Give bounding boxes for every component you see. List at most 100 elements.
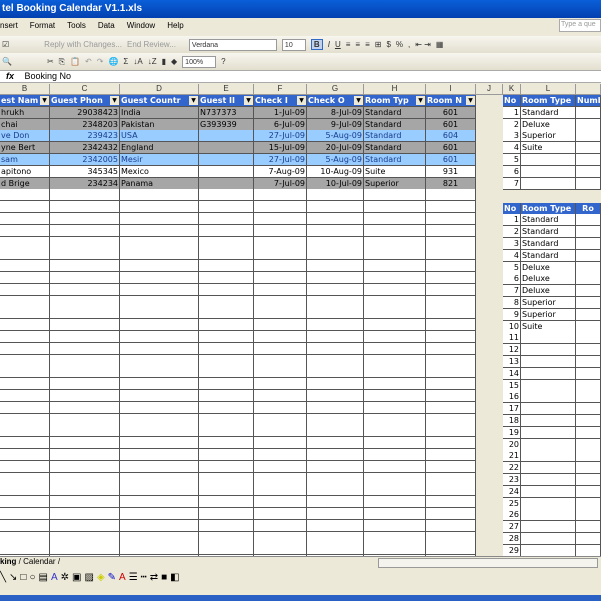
room-no[interactable]: 8 bbox=[503, 297, 521, 309]
empty-cell[interactable] bbox=[120, 248, 199, 260]
column-header-k[interactable]: K bbox=[503, 84, 521, 95]
empty-cell[interactable] bbox=[364, 272, 426, 284]
empty-cell[interactable] bbox=[0, 366, 50, 378]
room-type-no[interactable]: 6 bbox=[503, 166, 521, 178]
room-number[interactable] bbox=[576, 285, 601, 297]
empty-cell[interactable] bbox=[307, 378, 364, 390]
empty-cell[interactable] bbox=[426, 461, 476, 473]
empty-cell[interactable] bbox=[307, 225, 364, 237]
column-header-m[interactable] bbox=[576, 84, 601, 95]
room-type[interactable]: Superior bbox=[521, 297, 576, 309]
table-cell[interactable]: hrukh bbox=[0, 107, 50, 119]
room-type[interactable]: Deluxe bbox=[521, 273, 576, 285]
empty-cell[interactable] bbox=[0, 307, 50, 319]
empty-cell[interactable] bbox=[364, 414, 426, 426]
empty-cell[interactable] bbox=[307, 437, 364, 449]
room-no[interactable]: 27 bbox=[503, 521, 521, 533]
drawing-icon[interactable]: ◆ bbox=[171, 57, 177, 66]
empty-cell[interactable] bbox=[0, 390, 50, 402]
underline-button[interactable]: U bbox=[335, 40, 341, 49]
table-cell[interactable] bbox=[199, 166, 254, 178]
empty-cell[interactable] bbox=[0, 425, 50, 437]
indent-icon[interactable]: ⇤ ⇥ bbox=[415, 40, 431, 49]
empty-cell[interactable] bbox=[0, 213, 50, 225]
room-no[interactable]: 29 bbox=[503, 545, 521, 557]
empty-cell[interactable] bbox=[120, 532, 199, 544]
empty-cell[interactable] bbox=[364, 307, 426, 319]
end-review-button[interactable]: End Review... bbox=[127, 40, 176, 49]
empty-cell[interactable] bbox=[364, 225, 426, 237]
room-type[interactable] bbox=[521, 462, 576, 474]
font-color-icon[interactable]: A bbox=[119, 572, 129, 583]
empty-cell[interactable] bbox=[120, 437, 199, 449]
picture-icon[interactable]: ▨ bbox=[84, 572, 96, 583]
empty-cell[interactable] bbox=[50, 402, 120, 414]
room-type[interactable] bbox=[521, 344, 576, 356]
room-type[interactable] bbox=[521, 533, 576, 545]
empty-cell[interactable] bbox=[199, 473, 254, 485]
empty-cell[interactable] bbox=[364, 189, 426, 201]
empty-cell[interactable] bbox=[120, 414, 199, 426]
clipart-icon[interactable]: ▣ bbox=[72, 572, 84, 583]
empty-cell[interactable] bbox=[0, 496, 50, 508]
column-header-l[interactable]: L bbox=[521, 84, 576, 95]
empty-cell[interactable] bbox=[50, 496, 120, 508]
empty-cell[interactable] bbox=[199, 461, 254, 473]
textbox-icon[interactable]: ▤ bbox=[39, 572, 51, 583]
empty-cell[interactable] bbox=[426, 307, 476, 319]
empty-cell[interactable] bbox=[199, 213, 254, 225]
room-number[interactable] bbox=[576, 391, 601, 403]
empty-cell[interactable] bbox=[50, 355, 120, 367]
room-type-number[interactable] bbox=[576, 142, 601, 154]
table-cell[interactable]: 2348203 bbox=[50, 119, 120, 131]
empty-cell[interactable] bbox=[120, 355, 199, 367]
sheet-tab-calendar[interactable]: Calendar bbox=[23, 557, 55, 566]
empty-cell[interactable] bbox=[50, 201, 120, 213]
room-type-no[interactable]: 2 bbox=[503, 119, 521, 131]
empty-cell[interactable] bbox=[364, 390, 426, 402]
room-type[interactable] bbox=[521, 498, 576, 510]
room-number[interactable] bbox=[576, 214, 601, 226]
empty-cell[interactable] bbox=[120, 225, 199, 237]
empty-cell[interactable] bbox=[254, 213, 307, 225]
menu-window[interactable]: Window bbox=[127, 21, 155, 35]
room-no[interactable]: 10 bbox=[503, 321, 521, 333]
empty-cell[interactable] bbox=[120, 461, 199, 473]
filter-dropdown-icon[interactable]: ▼ bbox=[466, 96, 475, 105]
line-icon[interactable]: ╲ bbox=[0, 572, 9, 583]
empty-cell[interactable] bbox=[426, 355, 476, 367]
empty-cell[interactable] bbox=[199, 484, 254, 496]
table-cell[interactable]: 601 bbox=[426, 119, 476, 131]
empty-cell[interactable] bbox=[426, 296, 476, 308]
room-no[interactable]: 13 bbox=[503, 356, 521, 368]
room-type-number[interactable] bbox=[576, 178, 601, 190]
table-cell[interactable]: 27-Jul-09 bbox=[254, 154, 307, 166]
empty-cell[interactable] bbox=[254, 425, 307, 437]
room-type-name[interactable]: Suite bbox=[521, 142, 576, 154]
room-type[interactable] bbox=[521, 368, 576, 380]
empty-cell[interactable] bbox=[50, 319, 120, 331]
empty-cell[interactable] bbox=[254, 473, 307, 485]
filter-dropdown-icon[interactable]: ▼ bbox=[189, 96, 198, 105]
empty-cell[interactable] bbox=[50, 225, 120, 237]
empty-cell[interactable] bbox=[0, 225, 50, 237]
empty-cell[interactable] bbox=[254, 508, 307, 520]
empty-cell[interactable] bbox=[307, 390, 364, 402]
empty-cell[interactable] bbox=[426, 484, 476, 496]
table-cell[interactable]: G393939 bbox=[199, 119, 254, 131]
chart-icon[interactable]: ▮ bbox=[162, 57, 166, 66]
empty-cell[interactable] bbox=[120, 272, 199, 284]
room-no[interactable]: 15 bbox=[503, 380, 521, 392]
empty-cell[interactable] bbox=[120, 237, 199, 249]
empty-cell[interactable] bbox=[364, 296, 426, 308]
empty-cell[interactable] bbox=[120, 425, 199, 437]
rooms-header[interactable]: Room Type bbox=[521, 203, 576, 215]
table-cell[interactable]: ve Don bbox=[0, 130, 50, 142]
room-no[interactable]: 19 bbox=[503, 427, 521, 439]
table-cell[interactable]: 604 bbox=[426, 130, 476, 142]
column-header-g[interactable]: G bbox=[307, 84, 364, 95]
empty-cell[interactable] bbox=[199, 319, 254, 331]
empty-cell[interactable] bbox=[307, 496, 364, 508]
empty-cell[interactable] bbox=[307, 355, 364, 367]
line-color-icon[interactable]: ✎ bbox=[108, 572, 119, 583]
